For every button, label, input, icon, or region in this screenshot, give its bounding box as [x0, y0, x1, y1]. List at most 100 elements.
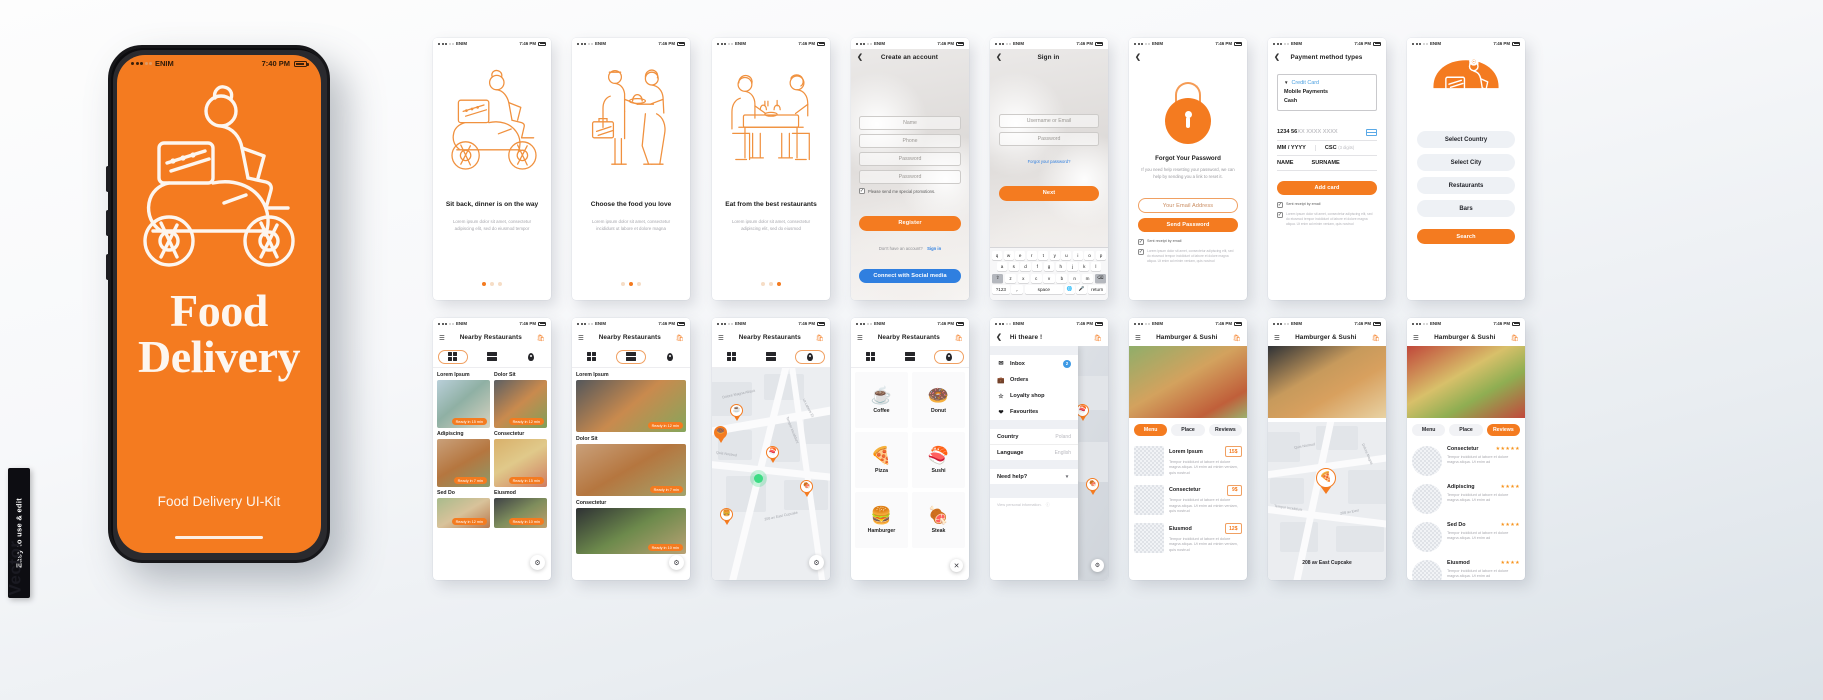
review-item[interactable]: Eiusmod ★★★★ Tempor incididunt ut labore …: [1407, 556, 1525, 580]
key-w[interactable]: w: [1003, 251, 1014, 261]
back-icon[interactable]: ❮: [1135, 54, 1141, 61]
list-item[interactable]: Lorem Ipsum Ready in 12 min: [576, 372, 686, 432]
search-button[interactable]: Search: [1417, 229, 1515, 244]
list-view-icon[interactable]: [615, 349, 646, 364]
map-view-icon[interactable]: [934, 349, 965, 364]
hamburger-menu-icon[interactable]: ☰: [578, 334, 584, 342]
card-number-row[interactable]: 1234 56XX XXXX XXXX: [1277, 125, 1377, 141]
receipt-checkbox-row[interactable]: ✓ Sent receipt by email: [1138, 239, 1238, 246]
grid-card[interactable]: Dolor Sit Ready in 12 min: [494, 372, 547, 428]
password-field[interactable]: Password: [999, 132, 1099, 146]
back-icon[interactable]: ❮: [857, 54, 863, 61]
email-field[interactable]: Your Email Address: [1138, 198, 1238, 213]
drawer-footer[interactable]: View personal information. ⓘ: [990, 498, 1078, 513]
detail-tabs[interactable]: Menu Place Reviews: [1407, 418, 1525, 442]
tab-reviews[interactable]: Reviews: [1486, 424, 1520, 436]
dot-1[interactable]: [621, 282, 625, 286]
checkbox-icon[interactable]: ✓: [1138, 249, 1144, 256]
back-icon[interactable]: ❮: [996, 334, 1002, 341]
close-icon[interactable]: ✕: [950, 559, 963, 572]
tab-menu[interactable]: Menu: [1134, 424, 1168, 436]
detail-tabs[interactable]: Menu Place Reviews: [1129, 418, 1247, 442]
name-row[interactable]: NAME SURNAME: [1277, 156, 1377, 171]
chevron-down-icon[interactable]: ▾: [1063, 474, 1071, 480]
promotions-checkbox-row[interactable]: ✓ Please send me special promotions.: [859, 188, 961, 194]
tab-menu[interactable]: Menu: [1412, 424, 1446, 436]
menu-item[interactable]: Lorem Ipsum 15$ Tempor incididunt ut labo…: [1129, 442, 1247, 481]
keyboard-row-3[interactable]: ⇧ z x c v b n m ⌫: [992, 273, 1106, 283]
hamburger-menu-icon[interactable]: ☰: [1413, 334, 1419, 342]
select-country-button[interactable]: Select Country: [1417, 131, 1515, 148]
dot-3[interactable]: [498, 282, 502, 286]
donut-pin[interactable]: 🍩: [714, 426, 727, 443]
view-toolbar[interactable]: [712, 346, 830, 368]
key-l[interactable]: l: [1090, 262, 1102, 272]
select-city-button[interactable]: Select City: [1417, 154, 1515, 171]
forgot-password-link[interactable]: Forgot your password?: [1028, 159, 1071, 164]
key-o[interactable]: o: [1084, 251, 1095, 261]
keyboard-row-4[interactable]: ?123 ,. space 🌐 🎤 return: [992, 284, 1107, 294]
key-b[interactable]: b: [1056, 273, 1068, 283]
back-icon[interactable]: ❮: [1274, 54, 1280, 61]
map-view-icon[interactable]: [655, 350, 685, 364]
option-mobile-payments[interactable]: Mobile Payments: [1284, 88, 1370, 97]
dot-3[interactable]: [777, 282, 781, 286]
terms-checkbox-row[interactable]: ✓ Lorem ipsum dolor sit amet, consectetu…: [1138, 249, 1238, 263]
drawer-setting-country[interactable]: Country Poland: [990, 429, 1078, 445]
steak-pin[interactable]: 🍖: [800, 480, 813, 497]
shopping-bag-icon[interactable]: 🛍: [816, 334, 824, 342]
keyboard-row-2[interactable]: a s d f g h j k l: [992, 262, 1106, 272]
drawer-setting-language[interactable]: Language English: [990, 445, 1078, 460]
password-field[interactable]: Password: [859, 152, 961, 166]
password-confirm-field[interactable]: Password: [859, 170, 961, 184]
return-key[interactable]: return: [1088, 284, 1107, 294]
comma-key[interactable]: ,.: [1011, 284, 1024, 294]
dot-2[interactable]: [769, 282, 773, 286]
send-password-button[interactable]: Send Password: [1138, 217, 1238, 233]
view-toolbar[interactable]: [851, 346, 969, 368]
mic-icon[interactable]: 🎤: [1076, 284, 1087, 294]
tab-reviews[interactable]: Reviews: [1208, 424, 1242, 436]
key-v[interactable]: v: [1043, 273, 1055, 283]
add-card-button[interactable]: Add card: [1277, 180, 1377, 196]
category-hamburger[interactable]: 🍔 Hamburger: [855, 492, 908, 548]
key-a[interactable]: a: [997, 262, 1008, 272]
list-item[interactable]: Consectetur Ready in 10 min: [576, 500, 686, 554]
tab-place[interactable]: Place: [1171, 424, 1205, 436]
numeric-key[interactable]: ?123: [992, 284, 1010, 294]
key-j[interactable]: j: [1067, 262, 1078, 272]
grid-card[interactable]: Eiusmod Ready in 10 min: [494, 490, 547, 528]
checkbox-icon[interactable]: ✓: [1277, 202, 1283, 209]
place-map[interactable]: Quis Nostrud Dolore Magna Tempor Incidid…: [1268, 422, 1386, 580]
review-item[interactable]: Consectetur ★★★★★ Tempor incididunt ut la…: [1407, 442, 1525, 480]
review-item[interactable]: Adipiscing ★★★★ Tempor incididunt ut labo…: [1407, 480, 1525, 518]
filter-icon[interactable]: ⚙: [809, 555, 824, 570]
category-sushi[interactable]: 🍣 Sushi: [912, 432, 965, 488]
menu-item[interactable]: Eiusmod 12$ Tempor incididunt ut labore e…: [1129, 519, 1247, 558]
phone-field[interactable]: Phone: [859, 134, 961, 148]
grid-view-icon[interactable]: [577, 350, 607, 364]
key-h[interactable]: h: [1055, 262, 1066, 272]
list-view-icon[interactable]: [477, 350, 507, 364]
shopping-bag-icon[interactable]: 🛍: [1511, 334, 1519, 342]
map-view-icon[interactable]: [795, 349, 826, 364]
keyboard-row-1[interactable]: q w e r t y u i o p: [991, 251, 1107, 261]
receipt-checkbox-row[interactable]: ✓ Sent receipt by email: [1277, 202, 1377, 209]
list-item[interactable]: Dolor Sit Ready in 7 min: [576, 436, 686, 496]
expiry-csc-row[interactable]: MM / YYYY CSC (3 digits): [1277, 141, 1377, 156]
coffee-pin[interactable]: ☕: [730, 404, 743, 421]
key-y[interactable]: y: [1049, 251, 1060, 261]
key-g[interactable]: g: [1043, 262, 1055, 272]
grid-card[interactable]: Lorem Ipsum Ready in 15 min: [437, 372, 490, 428]
grid-view-icon[interactable]: [856, 350, 886, 364]
shopping-bag-icon[interactable]: 🛍: [1233, 334, 1241, 342]
category-pizza[interactable]: 🍕 Pizza: [855, 432, 908, 488]
dot-1[interactable]: [482, 282, 486, 286]
grid-card[interactable]: Sed Do Ready in 12 min: [437, 490, 490, 528]
key-u[interactable]: u: [1061, 251, 1072, 261]
key-c[interactable]: c: [1030, 273, 1042, 283]
drawer-item-orders[interactable]: 💼 Orders: [990, 372, 1078, 388]
tab-place[interactable]: Place: [1449, 424, 1483, 436]
filter-icon[interactable]: ⚙: [1091, 559, 1104, 572]
terms-checkbox-row[interactable]: ✓ Lorem ipsum dolor sit amet, consectetu…: [1277, 212, 1377, 226]
